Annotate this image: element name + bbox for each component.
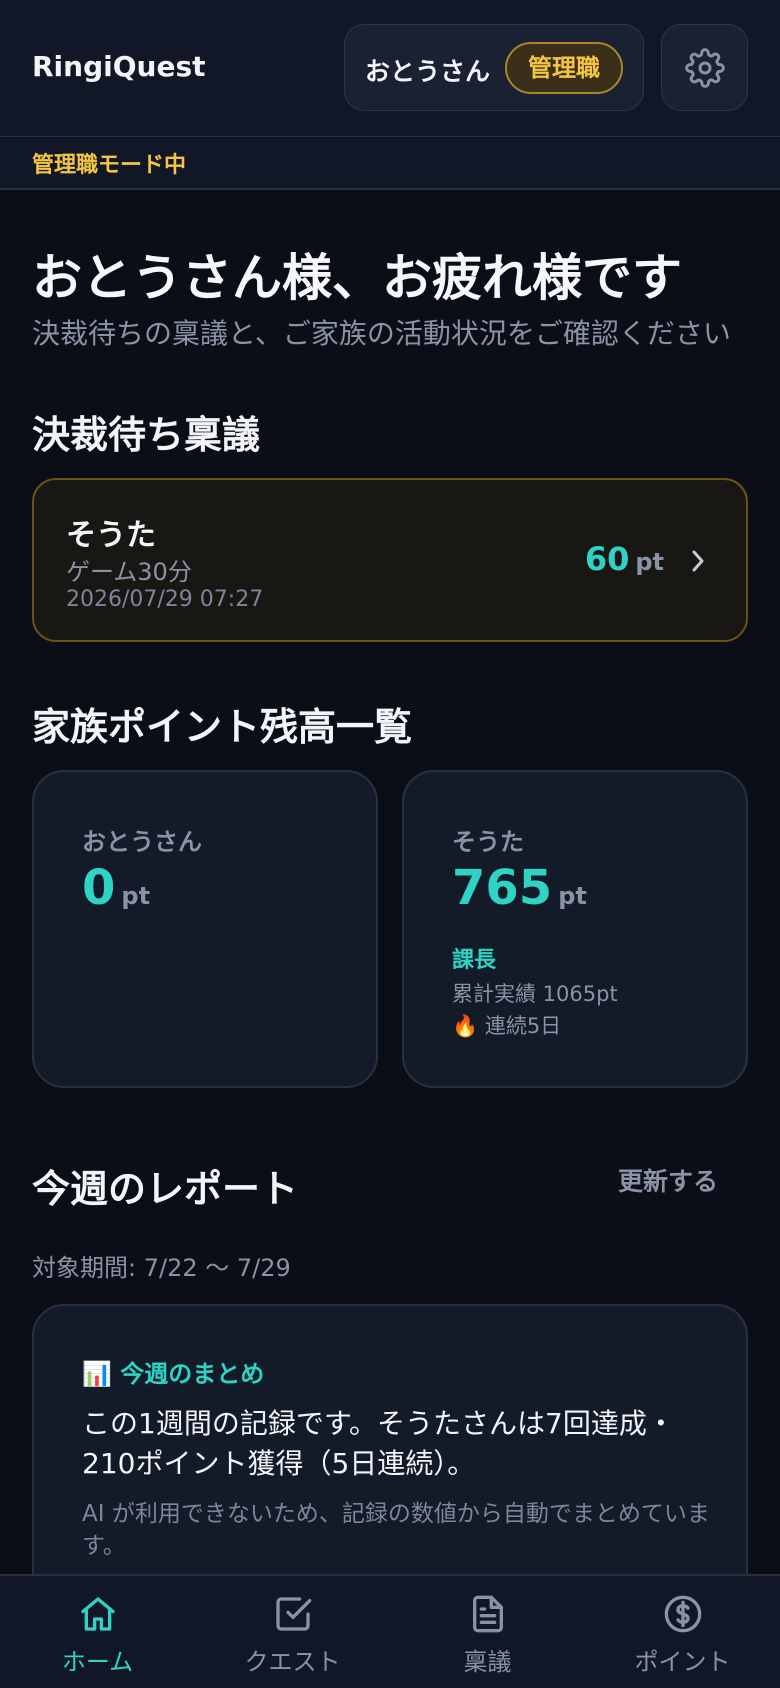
coin-icon [664,1595,701,1633]
nav-label: ポイント [634,1648,731,1676]
member-streak: 🔥 連続5日 [452,1014,562,1038]
ringi-points-unit: pt [635,548,664,576]
current-user-name: おとうさん [365,57,491,86]
pending-section-title: 決裁待ち稟議 [32,413,261,457]
member-points: 0 pt [82,860,150,916]
app-root: RingiQuest おとうさん 管理職 管理職モード中 おとうさん様、お疲れ様… [0,0,780,1688]
member-points-unit: pt [558,882,587,910]
nav-label: ホーム [61,1648,134,1676]
summary-note: AI が利用できないため、記録の数値から自動でまとめています。 [82,1501,710,1559]
mode-banner: 管理職モード中 [0,138,780,190]
ringi-date: 2026/07/29 07:27 [66,587,264,612]
ringi-requester: そうた [66,518,156,553]
report-section-title: 今週のレポート [32,1167,299,1211]
gear-icon [684,47,725,88]
member-points: 765 pt [452,860,587,916]
home-icon [80,1597,115,1631]
document-icon [472,1595,503,1633]
ringi-points-value: 60 [584,540,630,578]
nav-label: 稟議 [463,1648,512,1676]
member-points-unit: pt [121,882,151,910]
app-brand: RingiQuest [32,50,206,83]
mode-text: 管理職モード中 [32,153,187,178]
nav-quests[interactable]: クエスト [195,1576,390,1688]
nav-ringi[interactable]: 稟議 [390,1576,585,1688]
member-points-value: 765 [452,860,553,916]
chevron-right-icon [692,550,704,572]
nav-points[interactable]: ポイント [585,1576,780,1688]
app-header: RingiQuest おとうさん 管理職 [0,0,780,137]
user-switcher[interactable]: おとうさん 管理職 [344,24,644,111]
bottom-nav: ホーム クエスト 稟議 ポイント [0,1574,780,1688]
role-badge: 管理職 [505,42,623,94]
nav-label: クエスト [244,1648,341,1676]
balances-section-title: 家族ポイント残高一覧 [32,705,413,749]
report-period: 対象期間: 7/22 〜 7/29 [32,1254,291,1282]
member-name: そうた [452,828,524,856]
balance-card-souta: そうた 765 pt 課長 累計実績 1065pt 🔥 連続5日 [402,770,748,1088]
checkbox-icon [275,1597,311,1631]
pending-ringi-card[interactable]: そうた ゲーム30分 2026/07/29 07:27 60 pt [32,478,748,642]
balance-card-father: おとうさん 0 pt [32,770,378,1088]
summary-title: 📊 今週のまとめ [82,1360,265,1388]
settings-button[interactable] [661,24,748,111]
summary-body: この1週間の記録です。そうたさんは7回達成・210ポイント獲得（5日連続）。 [82,1407,675,1480]
refresh-report-button[interactable]: 更新する [618,1162,718,1198]
ringi-item: ゲーム30分 [66,558,192,586]
member-total: 累計実績 1065pt [452,982,618,1006]
greeting-title: おとうさん様、お疲れ様です [32,249,682,307]
member-points-value: 0 [82,860,116,916]
member-rank: 課長 [452,948,497,973]
member-name: おとうさん [82,828,202,856]
nav-home[interactable]: ホーム [0,1576,195,1688]
greeting-subtitle: 決裁待ちの稟議と、ご家族の活動状況をご確認ください [32,317,731,350]
ringi-points: 60 pt [585,540,664,578]
